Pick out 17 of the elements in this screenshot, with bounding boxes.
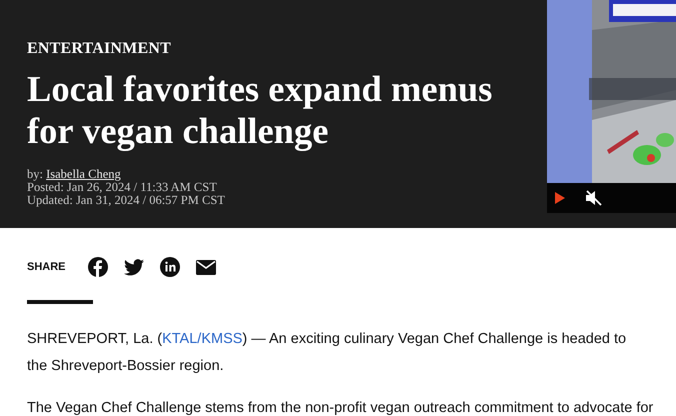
- play-button[interactable]: [555, 192, 565, 204]
- category-label: ENTERTAINMENT: [27, 40, 172, 58]
- bird-icon[interactable]: [124, 258, 144, 276]
- mute-button[interactable]: [585, 190, 603, 206]
- headline: Local favorites expand menus for vegan challenge: [27, 68, 494, 152]
- posted-date: Posted: Jan 26, 2024 / 11:33 AM CST: [27, 181, 218, 194]
- article-paragraph: SHREVEPORT, La. (KTAL/KMSS) — An exciting culinary Vegan Chef Challenge is headed to the Shreveport-Bossier region.: [27, 330, 628, 376]
- linkedin-icon[interactable]: [160, 257, 180, 277]
- author-link[interactable]: Isabella Cheng: [46, 167, 121, 181]
- email-icon[interactable]: [196, 260, 216, 274]
- byline-prefix: by:: [27, 167, 43, 181]
- source-link[interactable]: KTAL/KMSS: [162, 331, 242, 347]
- updated-date: Updated: Jan 31, 2024 / 06:57 PM CST: [27, 194, 226, 207]
- facebook-icon[interactable]: [88, 257, 108, 277]
- share-label: SHARE: [27, 261, 67, 273]
- muted-speaker-icon: [585, 190, 603, 206]
- play-icon: [555, 192, 565, 204]
